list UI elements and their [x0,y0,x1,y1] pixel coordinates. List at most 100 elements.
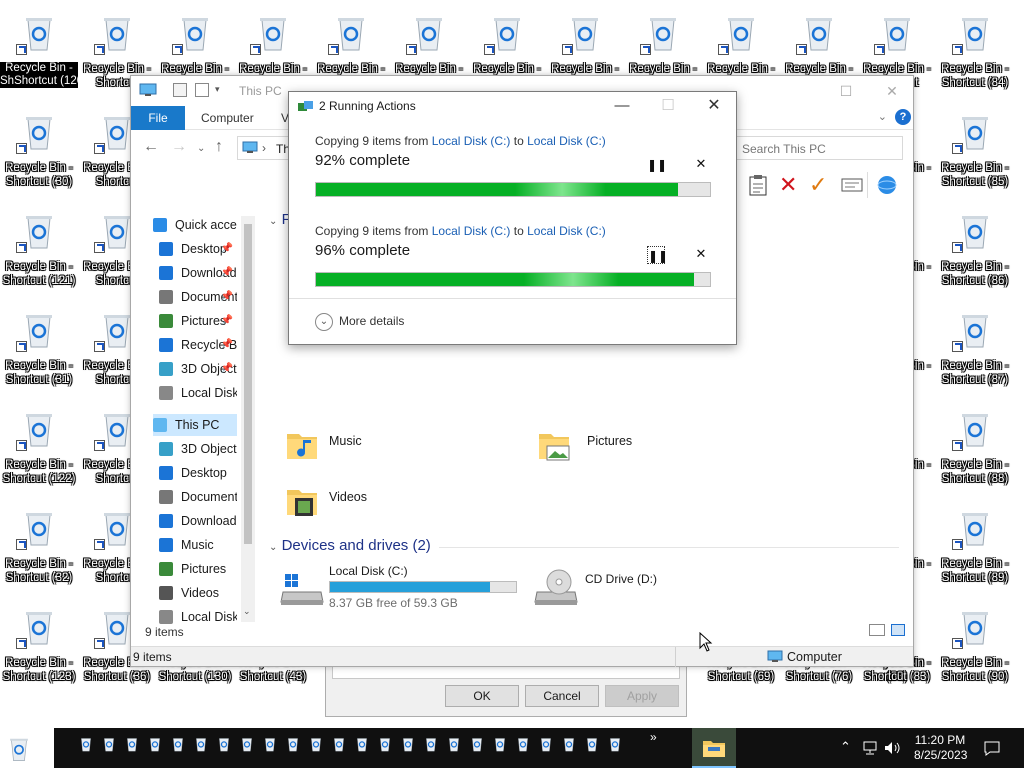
source-link[interactable]: Local Disk (C:) [432,224,511,238]
desktop-icon-recycle-bin-shortcut[interactable]: Recycle Bin - Shortcut (85) [936,103,1014,199]
new-folder-quick-icon[interactable] [195,83,209,97]
destination-link[interactable]: Local Disk (C:) [527,134,606,148]
details-view-icon[interactable] [869,624,885,636]
desktop-icon-recycle-bin-shortcut[interactable]: Recycle Bin - Shortcut (86) [936,202,1014,298]
desktop-icon-recycle-bin-shortcut[interactable]: Recycle Bin - Shortcut (84) [936,4,1014,100]
recycle-bin-taskbar-icon[interactable] [377,736,393,752]
recycle-bin-taskbar-icon[interactable] [239,736,255,752]
clipboard-icon[interactable] [749,174,767,196]
scroll-down-icon[interactable]: ⌄ [243,606,251,617]
desktop-icon-recycle-bin-shortcut[interactable]: Recycle Bin - Shortcut (123) [0,598,78,694]
recycle-bin-taskbar-icon[interactable] [469,736,485,752]
show-hidden-icons-icon[interactable]: ⌃ [840,739,851,755]
sidebar-item[interactable]: Desktop 📌 [159,238,237,260]
sidebar-item[interactable]: Recycle Bin📌 [159,334,237,356]
drive-cd-d[interactable]: CD Drive (D:) [533,564,713,612]
sidebar-item[interactable]: 3D Objects [159,438,237,460]
recycle-bin-taskbar-icon[interactable] [78,736,94,752]
properties-quick-icon[interactable] [173,83,187,97]
sidebar-item[interactable]: Videos [159,582,237,604]
expand-ribbon-icon[interactable]: ⌄ [878,110,887,123]
more-details-button[interactable]: ⌄ More details [315,313,404,331]
desktop-icon-recycle-bin-shortcut[interactable]: Recycle Bin - Shortcut (30) [0,103,78,199]
recycle-bin-taskbar-icon[interactable] [400,736,416,752]
sidebar-item[interactable]: Documents [159,486,237,508]
checkmark-icon[interactable]: ✓ [809,172,827,198]
cancel-operation-button[interactable]: ✕ [693,246,709,262]
cancel-operation-button[interactable]: ✕ [693,156,709,172]
network-icon[interactable] [875,174,899,196]
recycle-bin-taskbar-icon[interactable] [285,736,301,752]
sidebar-item[interactable]: This PC [153,414,237,436]
sidebar-item[interactable]: Desktop [159,462,237,484]
recycle-bin-taskbar-icon[interactable] [262,736,278,752]
destination-link[interactable]: Local Disk (C:) [527,224,606,238]
sidebar-item[interactable]: Documents📌 [159,286,237,308]
recycle-bin-taskbar-icon[interactable] [193,736,209,752]
recycle-bin-taskbar-icon[interactable] [584,736,600,752]
desktop-icon-recycle-bin-shortcut[interactable]: Recycle Bin - Shortcut (32) [0,499,78,595]
recycle-bin-taskbar-icon[interactable] [423,736,439,752]
volume-icon[interactable] [884,741,900,755]
maximize-button[interactable]: ☐ [645,92,691,122]
desktop-icon-recycle-bin-shortcut[interactable]: Recycle Bin - Shortcut (87) [936,301,1014,397]
desktop-icon-recycle-bin-shortcut[interactable]: Recycle Bin -ShShortcut (120) [0,4,78,100]
recycle-bin-taskbar-icon[interactable] [492,736,508,752]
file-explorer-taskbar-button[interactable] [692,728,736,768]
back-button[interactable]: ← [143,138,159,156]
recycle-bin-taskbar-icon[interactable] [354,736,370,752]
delete-icon[interactable]: ✕ [779,172,797,198]
search-input[interactable]: Search This PC [731,136,903,160]
properties-icon[interactable] [841,178,863,192]
navigation-scrollbar[interactable]: ⌄ [241,216,255,622]
desktop-icon-recycle-bin-shortcut[interactable]: Recycle Bin - Shortcut (88) [936,400,1014,496]
recycle-bin-taskbar-icon[interactable] [101,736,117,752]
recycle-bin-taskbar-icon[interactable] [147,736,163,752]
recycle-bin-taskbar-icon[interactable] [561,736,577,752]
recycle-bin-taskbar-icon[interactable] [170,736,186,752]
taskbar-overflow-icon[interactable]: » [650,730,657,744]
desktop-icon-recycle-bin-shortcut[interactable]: Recycle Bin - Shortcut (89) [936,499,1014,595]
sidebar-item[interactable]: Music [159,534,237,556]
sidebar-item[interactable]: Quick access [153,214,237,236]
sidebar-item[interactable]: Downloads [159,510,237,532]
pause-button[interactable]: ❚❚ [647,246,668,264]
scrollbar-thumb[interactable] [244,224,252,544]
source-link[interactable]: Local Disk (C:) [432,134,511,148]
help-icon[interactable]: ? [895,109,911,125]
desktop-icon-recycle-bin-shortcut[interactable]: Recycle Bin - Shortcut (122) [0,400,78,496]
folder-videos[interactable]: Videos [285,480,385,524]
sidebar-item[interactable]: Local Disk [159,382,237,404]
maximize-button[interactable]: ☐ [823,76,869,106]
sidebar-item[interactable]: 3D Objects 📌 [159,358,237,380]
notifications-icon[interactable] [984,740,1000,756]
ok-button[interactable]: OK [445,685,519,707]
cancel-button[interactable]: Cancel [525,685,599,707]
tab-computer[interactable]: Computer [201,106,254,130]
recycle-bin-taskbar-icon[interactable] [308,736,324,752]
drive-local-disk-c[interactable]: Local Disk (C:) 8.37 GB free of 59.3 GB [279,564,517,612]
minimize-button[interactable]: — [599,92,645,122]
sidebar-item[interactable]: Downloads 📌 [159,262,237,284]
network-icon[interactable] [862,741,878,755]
recycle-bin-taskbar-icon[interactable] [331,736,347,752]
close-button[interactable]: ✕ [691,92,737,122]
sidebar-item[interactable]: Pictures 📌 [159,310,237,332]
folder-pictures[interactable]: Pictures [537,424,657,468]
recycle-bin-taskbar-icon[interactable] [515,736,531,752]
recent-locations-icon[interactable]: ⌄ [197,143,205,154]
devices-group-header[interactable]: ⌄ Devices and drives (2) [269,537,899,557]
up-button[interactable]: ↑ [215,138,223,156]
folder-music[interactable]: Music [285,424,385,468]
clock[interactable]: 11:20 PM 8/25/2023 [914,733,967,763]
desktop-icon-recycle-bin-shortcut[interactable]: Recycle Bin - Shortcut (90) [936,598,1014,694]
close-button[interactable]: ✕ [869,76,915,106]
desktop-icon-recycle-bin-shortcut[interactable]: Recycle Bin - Shortcut (31) [0,301,78,397]
start-area[interactable] [0,728,54,768]
recycle-bin-taskbar-icon[interactable] [446,736,462,752]
apply-button[interactable]: Apply [605,685,679,707]
large-icons-view-icon[interactable] [891,624,905,636]
recycle-bin-taskbar-icon[interactable] [124,736,140,752]
recycle-bin-taskbar-icon[interactable] [607,736,623,752]
recycle-bin-taskbar-icon[interactable] [538,736,554,752]
